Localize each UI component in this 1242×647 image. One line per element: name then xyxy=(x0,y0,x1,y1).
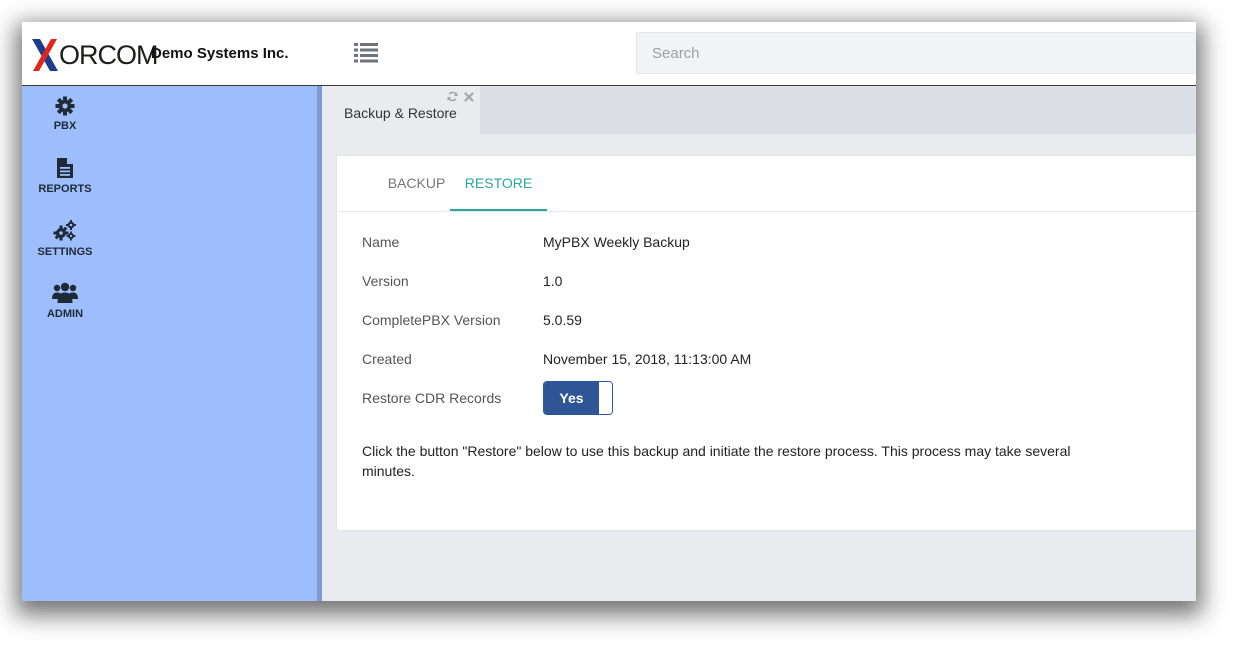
restore-cdr-toggle[interactable]: Yes xyxy=(543,381,613,415)
restore-instructions: Click the button "Restore" below to use … xyxy=(362,443,1071,479)
completepbx-version-label: CompletePBX Version xyxy=(362,312,501,328)
sidebar-item-label: SETTINGS xyxy=(37,246,93,258)
restore-card: BACKUP RESTORE Name MyPBX Weekly Backup … xyxy=(336,155,1196,531)
created-value: November 15, 2018, 11:13:00 AM xyxy=(543,351,752,367)
gear-icon xyxy=(55,96,75,116)
card-tab-strip: BACKUP RESTORE xyxy=(337,156,1196,212)
tab-restore[interactable]: RESTORE xyxy=(450,156,547,211)
sidebar-item-reports[interactable]: REPORTS xyxy=(22,157,108,195)
list-icon[interactable] xyxy=(353,41,379,65)
app-window: ORCOM Demo Systems Inc. Search PBX REPOR… xyxy=(22,22,1196,601)
company-name: Demo Systems Inc. xyxy=(151,45,289,62)
search-input[interactable] xyxy=(636,32,1196,74)
version-value: 1.0 xyxy=(543,273,563,289)
version-label: Version xyxy=(362,273,409,289)
name-label: Name xyxy=(362,234,400,250)
sidebar-item-label: REPORTS xyxy=(38,183,92,195)
tab-label: Backup & Restore xyxy=(344,105,457,121)
xorcom-x-mark-icon xyxy=(32,39,58,71)
logo-wordmark: ORCOM xyxy=(59,40,158,70)
sidebar: PBX REPORTS SETTINGS ADMIN xyxy=(22,86,322,601)
completepbx-version-value: 5.0.59 xyxy=(543,312,582,328)
sidebar-item-settings[interactable]: SETTINGS xyxy=(22,220,108,258)
refresh-icon[interactable] xyxy=(447,91,458,102)
sidebar-item-pbx[interactable]: PBX xyxy=(22,96,108,132)
gears-icon xyxy=(53,220,76,241)
sidebar-item-label: ADMIN xyxy=(46,308,84,320)
toggle-on-label: Yes xyxy=(544,382,599,414)
document-icon xyxy=(57,158,73,178)
users-icon xyxy=(52,282,78,303)
tab-backup-restore[interactable]: Backup & Restore xyxy=(322,86,480,134)
sidebar-item-admin[interactable]: ADMIN xyxy=(22,282,108,320)
sidebar-item-label: PBX xyxy=(53,120,77,132)
xorcom-logo[interactable]: ORCOM xyxy=(30,38,158,72)
workspace-tab-bar: Backup & Restore xyxy=(322,86,1196,134)
created-label: Created xyxy=(362,351,412,367)
name-value: MyPBX Weekly Backup xyxy=(543,234,690,250)
close-icon[interactable] xyxy=(464,92,474,102)
toggle-handle xyxy=(599,382,612,414)
restore-cdr-label: Restore CDR Records xyxy=(362,390,502,406)
top-bar: ORCOM Demo Systems Inc. xyxy=(22,22,1196,86)
